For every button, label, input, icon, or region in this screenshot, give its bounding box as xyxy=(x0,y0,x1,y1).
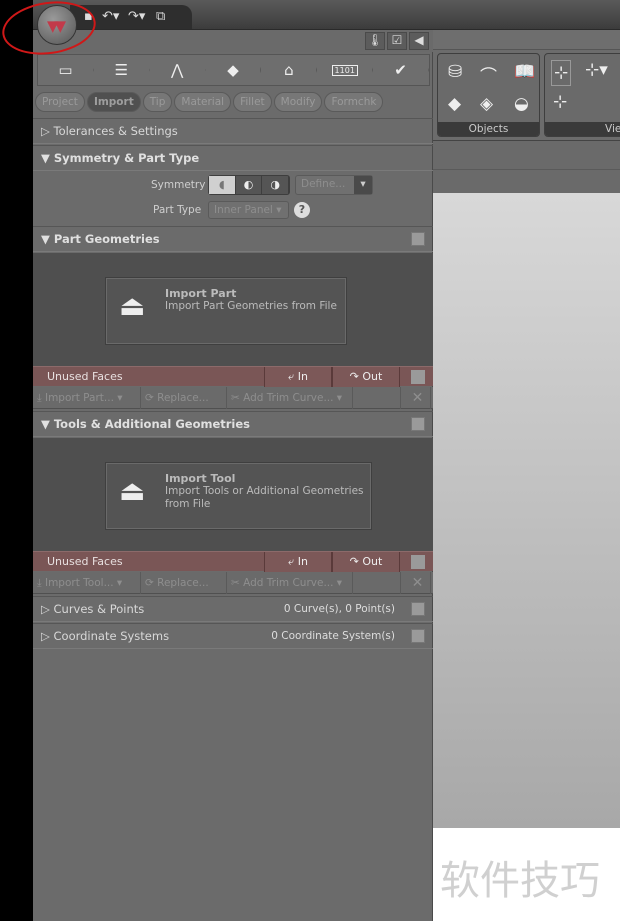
view-label: Vie xyxy=(545,122,620,136)
undo-icon[interactable]: ↶▾ xyxy=(102,9,119,24)
view-group: ⊹ ⊹▾ ⊹ Vie xyxy=(544,53,620,137)
book-icon[interactable]: 📖 xyxy=(514,62,535,82)
code-step-icon[interactable]: 1101 xyxy=(317,55,374,85)
define-dropdown[interactable]: Define... ▾ xyxy=(295,175,373,195)
section-tolerances[interactable]: ▷ Tolerances & Settings xyxy=(33,118,433,144)
redo-icon[interactable]: ↷▾ xyxy=(128,9,145,24)
arch-icon[interactable]: ⌒ xyxy=(480,62,497,87)
symmetric-icon[interactable]: ◐ xyxy=(236,176,263,194)
material-step-icon[interactable]: ◆ xyxy=(206,55,262,85)
unused-faces-checkbox[interactable] xyxy=(411,370,425,384)
chevron-down-icon: ▾ xyxy=(354,176,372,194)
process-steps: ▭ ☰ ⋀ ◆ ⌂ 1101 ✔ xyxy=(37,54,430,86)
unused-faces-checkbox[interactable] xyxy=(411,555,425,569)
thermometer-icon[interactable]: 🌡 xyxy=(365,32,385,50)
formcheck-step-icon[interactable]: ✔ xyxy=(373,55,430,85)
ribbon-tab-strip xyxy=(433,30,620,50)
collapse-left-icon[interactable]: ◀ xyxy=(409,32,429,50)
fillet-step-icon[interactable]: ⌂ xyxy=(261,55,318,85)
out-button[interactable]: ↷ Out xyxy=(332,552,400,572)
right-subbar xyxy=(433,170,620,193)
tool-toolbar: ⤓ Import Tool... ▾ ⟳ Replace... ✂ Add Tr… xyxy=(33,572,433,594)
3d-viewport[interactable] xyxy=(433,193,620,828)
close-icon[interactable]: ✕ xyxy=(401,387,431,409)
window-icon[interactable]: ⧉ xyxy=(156,9,165,24)
section-coordinate-systems[interactable]: ▷ Coordinate Systems 0 Coordinate System(… xyxy=(33,623,433,649)
import-tool-button[interactable]: ⏏ Import Tool Import Tools or Additional… xyxy=(106,463,371,529)
tab-import[interactable]: Import xyxy=(86,92,141,112)
coords-checkbox[interactable] xyxy=(411,629,425,643)
add-trim-curve-menu[interactable]: ✂ Add Trim Curve... ▾ xyxy=(227,387,353,409)
import-part-button[interactable]: ⏏ Import Part Import Part Geometries fro… xyxy=(106,278,346,344)
objects-label: Objects xyxy=(438,122,539,136)
tab-fillet[interactable]: Fillet xyxy=(233,92,272,112)
toolbar-spacer xyxy=(353,387,401,409)
part-type-select[interactable]: Inner Panel ▾ xyxy=(208,201,289,219)
symmetry-selector[interactable]: ◖ ◐ ◑ xyxy=(208,175,290,195)
import-tool-menu[interactable]: ⤓ Import Tool... ▾ xyxy=(33,572,141,594)
multi-coordinate-icon[interactable]: ⊹▾ xyxy=(585,60,608,80)
tab-material[interactable]: Material xyxy=(174,92,232,112)
part-coordinate-icon[interactable]: ⊹ xyxy=(553,92,567,112)
tools-checkbox[interactable] xyxy=(411,417,425,431)
import-step-icon[interactable]: ▭ xyxy=(38,55,94,85)
dome-icon[interactable]: ◒ xyxy=(514,94,529,114)
help-icon[interactable]: ? xyxy=(294,202,310,218)
in-button[interactable]: ⤶ In xyxy=(264,367,332,387)
tab-modify[interactable]: Modify xyxy=(273,92,323,112)
symmetric-split-icon[interactable]: ◑ xyxy=(262,176,290,194)
tab-formchk[interactable]: Formchk xyxy=(324,92,384,112)
watermark: 软件技巧 xyxy=(440,858,600,904)
tab-bar: Project Import Tip Material Fillet Modif… xyxy=(35,92,384,114)
bump-icon[interactable]: ◈ xyxy=(480,94,493,114)
section-curves[interactable]: ▷ Curves & Points 0 Curve(s), 0 Point(s) xyxy=(33,596,433,622)
out-button[interactable]: ↷ Out xyxy=(332,367,400,387)
structure-step-icon[interactable]: ☰ xyxy=(94,55,150,85)
unused-faces-bar-tools: Unused Faces ⤶ In ↷ Out xyxy=(33,551,433,572)
coordinate-view-icon[interactable]: ⊹ xyxy=(551,60,572,86)
part-toolbar: ⤓ Import Part... ▾ ⟳ Replace... ✂ Add Tr… xyxy=(33,387,433,409)
right-toolbar xyxy=(433,140,620,170)
close-icon[interactable]: ✕ xyxy=(401,572,431,594)
curves-checkbox[interactable] xyxy=(411,602,425,616)
objects-group: ⛁ ⌒ 📖 ◆ ◈ ◒ Objects xyxy=(437,53,540,137)
section-symmetry[interactable]: ▼ Symmetry & Part Type xyxy=(33,145,433,171)
import-part-menu[interactable]: ⤓ Import Part... ▾ xyxy=(33,387,141,409)
add-trim-curve-menu[interactable]: ✂ Add Trim Curve... ▾ xyxy=(227,572,353,594)
in-button[interactable]: ⤶ In xyxy=(264,552,332,572)
part-geometries-checkbox[interactable] xyxy=(411,232,425,246)
plate-icon[interactable]: ◆ xyxy=(448,94,461,114)
import-part-icon: ⏏ xyxy=(119,289,146,322)
symmetry-label: Symmetry xyxy=(151,179,206,191)
unused-faces-bar: Unused Faces ⤶ In ↷ Out xyxy=(33,366,433,387)
tab-project[interactable]: Project xyxy=(35,92,85,112)
toolbar-spacer xyxy=(353,572,401,594)
replace-button[interactable]: ⟳ Replace... xyxy=(141,572,227,594)
section-tools[interactable]: ▼ Tools & Additional Geometries xyxy=(33,411,433,437)
part-type-label: Part Type xyxy=(153,204,202,216)
section-part-geometries[interactable]: ▼ Part Geometries xyxy=(33,226,433,252)
left-strip xyxy=(0,0,33,921)
cylinder-icon[interactable]: ⛁ xyxy=(448,62,462,82)
checklist-icon[interactable]: ☑ xyxy=(387,32,407,50)
tab-tip[interactable]: Tip xyxy=(142,92,173,112)
import-tool-icon: ⏏ xyxy=(119,474,146,507)
tip-step-icon[interactable]: ⋀ xyxy=(150,55,206,85)
no-symmetry-icon[interactable]: ◖ xyxy=(209,176,236,194)
panel-header: 🌡 ☑ ◀ xyxy=(33,30,433,52)
replace-button[interactable]: ⟳ Replace... xyxy=(141,387,227,409)
